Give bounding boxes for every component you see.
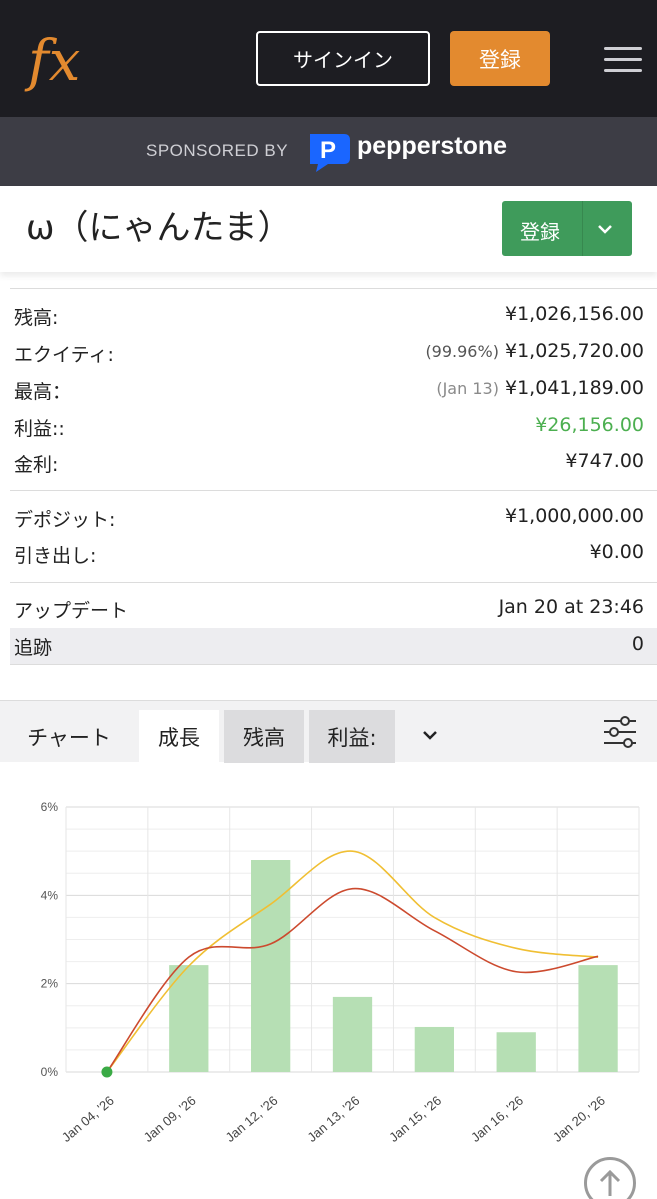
bar	[496, 1032, 536, 1072]
x-tick-label: Jan 13, '26	[304, 1093, 362, 1145]
highest-date: (Jan 13)	[436, 379, 499, 398]
x-tick-label: Jan 15, '26	[386, 1093, 444, 1145]
y-tick-label: 4%	[41, 888, 59, 902]
follow-button[interactable]: 登録	[502, 201, 632, 256]
tab-balance[interactable]: 残高	[224, 710, 304, 763]
stat-label: 利益::	[14, 418, 65, 440]
stat-profit: 利益:: ¥26,156.00	[14, 410, 644, 442]
stat-label: 金利:	[14, 454, 59, 476]
divider	[10, 288, 657, 289]
stat-highest: 最高： (Jan 13) ¥1,041,189.00	[14, 373, 644, 405]
bar	[332, 996, 373, 1072]
stat-value: ¥1,000,000.00	[504, 505, 644, 527]
chevron-down-icon[interactable]	[597, 221, 613, 237]
scroll-to-top-button[interactable]	[584, 1157, 636, 1199]
highest-amount: ¥1,041,189.00	[504, 377, 644, 399]
stat-updated: アップデート Jan 20 at 23:46	[14, 592, 644, 624]
y-tick-label: 2%	[41, 977, 59, 991]
follow-divider	[582, 201, 583, 256]
stat-value: ¥1,026,156.00	[504, 303, 644, 325]
hamburger-menu-icon[interactable]	[604, 47, 642, 73]
stat-tracking: 追跡 0	[14, 629, 644, 661]
stat-value: (99.96%) ¥1,025,720.00	[425, 340, 644, 362]
stat-balance: 残高: ¥1,026,156.00	[14, 299, 644, 331]
divider	[10, 490, 657, 491]
pepperstone-logo-icon: P	[310, 134, 350, 172]
svg-text:P: P	[320, 137, 336, 164]
stat-withdrawals: 引き出し: ¥0.00	[14, 537, 644, 569]
stat-value: ¥26,156.00	[535, 414, 644, 436]
equity-amount: ¥1,025,720.00	[504, 340, 644, 362]
stat-value: Jan 20 at 23:46	[498, 596, 644, 618]
register-button[interactable]: 登録	[450, 31, 550, 86]
chart-tabs: チャート 成長 残高 利益:	[0, 700, 657, 763]
start-point	[101, 1066, 113, 1078]
equity-percent: (99.96%)	[425, 342, 499, 361]
stat-label: エクイティ:	[14, 344, 114, 366]
stat-label: アップデート	[14, 600, 129, 622]
sponsor-brand: pepperstone	[357, 132, 508, 160]
stat-deposits: デポジット: ¥1,000,000.00	[14, 501, 644, 533]
bar	[578, 965, 618, 1072]
tab-growth[interactable]: 成長	[139, 710, 219, 763]
account-title: ω（にゃんたま）	[26, 208, 292, 248]
divider	[10, 664, 657, 665]
arrow-up-icon	[599, 1169, 621, 1196]
filter-settings-icon[interactable]	[602, 716, 638, 748]
x-tick-label: Jan 20, '26	[550, 1093, 608, 1145]
x-tick-label: Jan 09, '26	[141, 1093, 199, 1145]
signin-button[interactable]: サインイン	[256, 31, 430, 86]
y-tick-label: 6%	[41, 800, 59, 814]
x-tick-label: Jan 12, '26	[223, 1093, 281, 1145]
stat-label: デポジット:	[14, 509, 116, 531]
stat-label: 最高：	[14, 381, 72, 403]
stat-value: (Jan 13) ¥1,041,189.00	[436, 377, 644, 399]
x-tick-label: Jan 16, '26	[468, 1093, 526, 1145]
bar	[250, 860, 291, 1072]
stat-label: 残高:	[14, 307, 59, 329]
stat-value: ¥747.00	[565, 450, 644, 472]
logo-text: fx	[24, 29, 80, 94]
growth-chart: 6% 4% 2% 0%Jan 04, '26 Jan 09, '26 Jan 12, '2…	[41, 800, 640, 1145]
follow-label: 登録	[520, 220, 560, 244]
stat-value: 0	[631, 633, 644, 655]
x-tick-label: Jan 04, '26	[59, 1093, 117, 1145]
sponsor-label: SPONSORED BY	[146, 141, 289, 160]
stat-interest: 金利: ¥747.00	[14, 446, 644, 478]
stat-equity: エクイティ: (99.96%) ¥1,025,720.00	[14, 336, 644, 368]
stat-label: 引き出し:	[14, 545, 97, 567]
y-tick-label: 0%	[41, 1065, 59, 1079]
top-navbar: fx サインイン 登録	[0, 0, 657, 117]
divider	[10, 582, 657, 583]
stat-value: ¥0.00	[589, 541, 644, 563]
tab-chart[interactable]: チャート	[10, 710, 128, 763]
fx-logo[interactable]: fx	[24, 22, 104, 100]
bar	[414, 1026, 455, 1072]
stat-label: 追跡	[14, 637, 53, 659]
tab-profit[interactable]: 利益:	[309, 710, 395, 763]
chevron-down-icon[interactable]	[420, 728, 440, 744]
